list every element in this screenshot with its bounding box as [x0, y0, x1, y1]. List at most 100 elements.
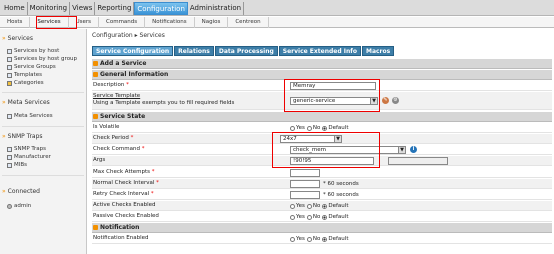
sidebar-item-categories[interactable]: Categories — [7, 80, 44, 86]
radio-yes[interactable] — [290, 214, 295, 220]
active-radio-group: Yes No Default — [290, 203, 348, 209]
chevron-icon: » — [2, 99, 6, 106]
help-icon[interactable]: i — [410, 146, 417, 153]
group-icon — [7, 64, 12, 70]
sidebar-item-meta-services[interactable]: Meta Services — [7, 113, 53, 119]
top-tab-views[interactable]: Views — [70, 2, 96, 15]
required-mark: * — [150, 191, 154, 197]
sub-tab-notifications[interactable]: Notifications — [145, 17, 195, 28]
sidebar-item-services-by-host[interactable]: Services by host — [7, 48, 59, 54]
highlight-description-template — [284, 79, 380, 112]
radio-yes[interactable] — [290, 203, 295, 209]
template-edit-icon[interactable]: ✎ — [382, 97, 389, 104]
radio-yes[interactable] — [290, 125, 295, 131]
sidebar-item-manufacturer[interactable]: Manufacturer — [7, 154, 51, 160]
radio-no[interactable] — [306, 203, 312, 209]
sidebar-section-services: » Services — [2, 35, 33, 42]
retry-interval-input[interactable] — [290, 191, 320, 199]
category-icon — [7, 80, 12, 86]
tab-data-processing[interactable]: Data Processing — [214, 46, 278, 56]
normal-interval-unit: * 60 seconds — [323, 181, 359, 187]
radio-no[interactable] — [306, 236, 312, 242]
radio-yes[interactable] — [290, 236, 295, 242]
radio-no[interactable] — [306, 125, 312, 131]
row-normal-interval: Normal Check Interval * * 60 seconds — [92, 179, 552, 189]
service-icon — [7, 56, 12, 62]
normal-interval-input[interactable] — [290, 180, 320, 188]
row-max-attempts: Max Check Attempts * — [92, 168, 552, 178]
passive-checks-label: Passive Checks Enabled — [93, 213, 159, 219]
row-retry-interval: Retry Check Interval * * 60 seconds — [92, 190, 552, 200]
template-hint: Using a Template exempts you to fill req… — [93, 100, 235, 106]
chevron-icon: » — [2, 188, 6, 195]
radio-default[interactable] — [322, 203, 328, 209]
top-tab-configuration[interactable]: Configuration — [134, 2, 188, 15]
check-period-label: Check Period — [93, 135, 129, 141]
tab-relations[interactable]: Relations — [174, 46, 214, 56]
tab-service-configuration[interactable]: Service Configuration — [92, 46, 174, 56]
description-label: Description — [93, 82, 125, 88]
chevron-down-icon: ▼ — [398, 147, 405, 153]
sidebar-item-templates[interactable]: Templates — [7, 72, 42, 78]
sub-tab-hosts[interactable]: Hosts — [0, 17, 31, 28]
radio-default[interactable] — [322, 214, 328, 220]
max-attempts-input[interactable] — [290, 169, 320, 177]
args-label: Args — [93, 157, 106, 163]
chevron-icon: » — [2, 35, 6, 42]
radio-default[interactable] — [322, 125, 328, 131]
sub-nav-bar: Hosts Services Users Commands Notificati… — [0, 17, 554, 28]
tab-macros[interactable]: Macros — [361, 46, 395, 56]
volatile-radio-group: Yes No Default — [290, 125, 348, 131]
volatile-label: Is Volatile — [93, 124, 120, 130]
top-tab-monitoring[interactable]: Monitoring — [28, 2, 71, 15]
manufacturer-icon — [7, 154, 12, 160]
chevron-icon: » — [2, 133, 6, 140]
top-tab-administration[interactable]: Administration — [188, 2, 245, 15]
sidebar-section-snmp: » SNMP Traps — [2, 133, 43, 140]
sidebar-item-services-by-host-group[interactable]: Services by host group — [7, 56, 77, 62]
sidebar-item-service-groups[interactable]: Service Groups — [7, 64, 56, 70]
main-content: Configuration ▸ Services Service Configu… — [88, 29, 554, 254]
sub-tab-centreon[interactable]: Centreon — [228, 17, 269, 28]
sidebar-connected-user: admin — [7, 203, 31, 209]
required-mark: * — [130, 135, 134, 141]
sidebar-item-mibs[interactable]: MIBs — [7, 162, 27, 168]
check-command-label: Check Command — [93, 146, 140, 152]
top-nav: Home Monitoring Views Reporting Configur… — [2, 2, 245, 15]
passive-radio-group: Yes No Default — [290, 214, 348, 220]
radio-default[interactable] — [322, 236, 328, 242]
normal-interval-label: Normal Check Interval — [93, 180, 155, 186]
required-mark: * — [151, 169, 155, 175]
sub-tab-nagios[interactable]: Nagios — [195, 17, 229, 28]
sidebar-divider — [2, 92, 84, 93]
tab-service-extended-info[interactable]: Service Extended Info — [278, 46, 361, 56]
meta-service-icon — [7, 113, 12, 119]
mib-icon — [7, 162, 12, 168]
sidebar: » Services Services by host Services by h… — [0, 29, 87, 254]
notification-enabled-label: Notification Enabled — [93, 235, 149, 241]
trap-icon — [7, 146, 12, 152]
required-mark: * — [126, 82, 129, 88]
top-tab-reporting[interactable]: Reporting — [95, 2, 135, 15]
notification-radio-group: Yes No Default — [290, 236, 348, 242]
notification-header: Notification — [92, 223, 552, 233]
template-icon — [7, 72, 12, 78]
gear-icon[interactable]: ⚙ — [392, 97, 399, 104]
top-tab-home[interactable]: Home — [2, 2, 28, 15]
row-passive-checks: Passive Checks Enabled Yes No Default — [92, 212, 552, 222]
sidebar-divider — [2, 126, 84, 127]
sidebar-section-meta: » Meta Services — [2, 99, 50, 106]
sidebar-divider — [2, 175, 84, 176]
highlight-check-settings — [272, 132, 380, 168]
required-mark: * — [156, 180, 159, 186]
args-extra-input[interactable] — [388, 157, 448, 165]
retry-interval-label: Retry Check Interval — [93, 191, 150, 197]
sidebar-item-snmp-traps[interactable]: SNMP Traps — [7, 146, 46, 152]
service-icon — [7, 48, 12, 54]
row-active-checks: Active Checks Enabled Yes No Default — [92, 201, 552, 211]
sub-tab-commands[interactable]: Commands — [99, 17, 146, 28]
retry-interval-unit: * 60 seconds — [323, 192, 359, 198]
highlight-services-tab — [36, 16, 77, 29]
service-state-header: Service State — [92, 112, 552, 122]
radio-no[interactable] — [306, 214, 312, 220]
